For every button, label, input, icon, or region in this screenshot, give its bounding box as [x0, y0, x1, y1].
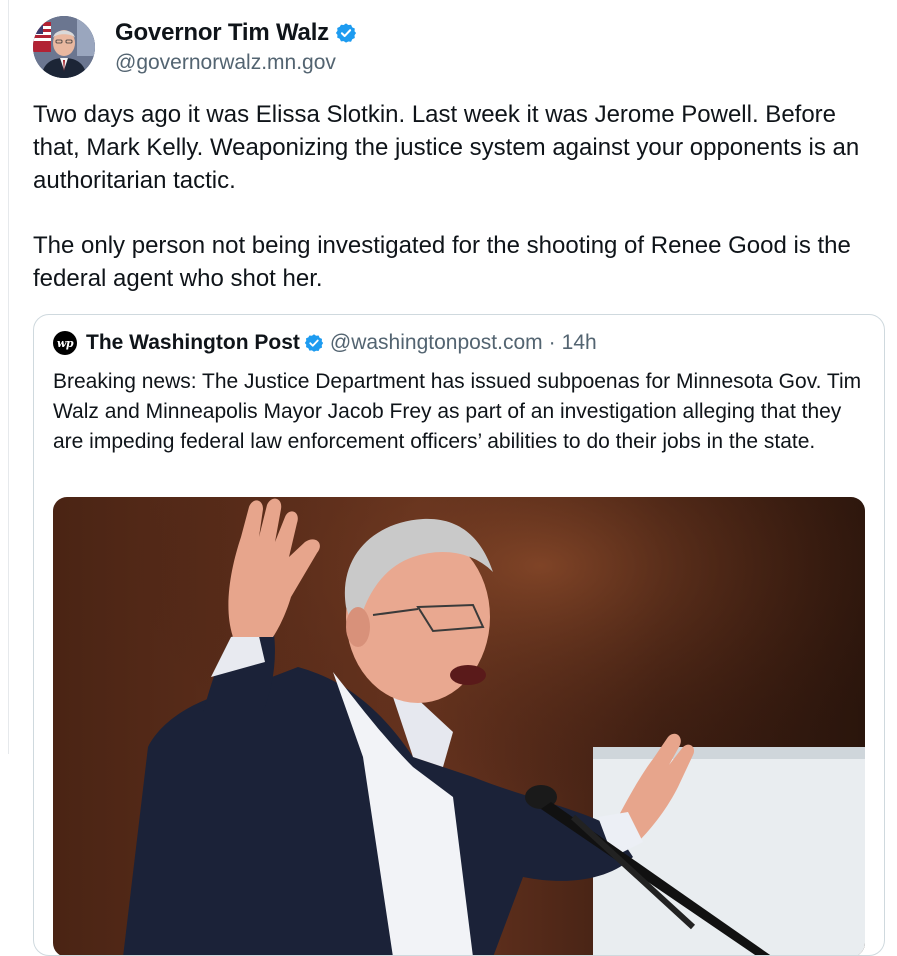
author-handle[interactable]: @governorwalz.mn.gov — [115, 51, 357, 75]
post-text: Two days ago it was Elissa Slotkin. Last… — [33, 98, 883, 295]
verified-badge-icon — [335, 23, 357, 43]
post-header: Governor Tim Walz @governorwalz.mn.gov — [33, 16, 357, 78]
post-timestamp[interactable]: 14h — [562, 331, 597, 355]
washington-post-logo-icon: wp — [53, 331, 77, 355]
author-display-name[interactable]: Governor Tim Walz — [115, 19, 329, 47]
separator-dot: · — [548, 331, 556, 354]
author-names: Governor Tim Walz @governorwalz.mn.gov — [115, 19, 357, 75]
quoted-post-header: wp The Washington Post @washingtonpost.c… — [53, 331, 597, 355]
avatar[interactable] — [33, 16, 95, 78]
post-paragraph: Two days ago it was Elissa Slotkin. Last… — [33, 101, 860, 194]
verified-badge-icon — [304, 334, 324, 352]
speaker-photo — [53, 497, 865, 955]
avatar-portrait-icon — [33, 16, 95, 78]
quoted-post-card[interactable]: wp The Washington Post @washingtonpost.c… — [33, 314, 885, 956]
display-name-row: Governor Tim Walz — [115, 19, 357, 47]
quoted-post-text: Breaking news: The Justice Department ha… — [53, 370, 862, 453]
logo-text: wp — [56, 336, 74, 350]
quoted-author-name[interactable]: The Washington Post — [86, 331, 300, 355]
post-paragraph: The only person not being investigated f… — [33, 232, 851, 292]
quoted-author-handle[interactable]: @washingtonpost.com — [330, 331, 543, 355]
quoted-post-image[interactable] — [53, 497, 865, 955]
post: Governor Tim Walz @governorwalz.mn.gov T… — [0, 0, 897, 956]
